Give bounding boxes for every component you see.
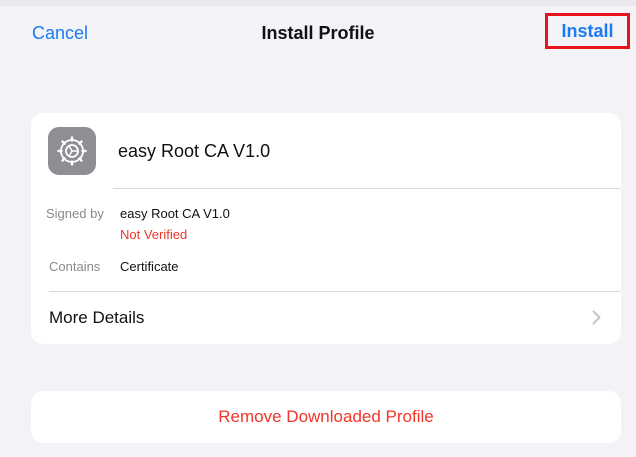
remove-profile-label: Remove Downloaded Profile — [218, 407, 434, 426]
more-details-label: More Details — [49, 308, 145, 327]
signed-by-value: easy Root CA V1.0 — [120, 206, 230, 221]
contains-label: Contains — [49, 259, 101, 274]
install-button-label: Install — [561, 20, 614, 41]
chevron-right-icon — [592, 310, 601, 325]
contains-value: Certificate — [120, 259, 179, 274]
remove-downloaded-profile-button[interactable]: Remove Downloaded Profile — [31, 391, 621, 443]
install-button[interactable]: Install — [545, 13, 630, 49]
verification-status: Not Verified — [120, 227, 188, 242]
signed-by-label: Signed by — [46, 206, 104, 221]
settings-gear-icon — [48, 127, 96, 175]
profile-card: easy Root CA V1.0 Signed by easy Root CA… — [31, 113, 621, 344]
profile-name: easy Root CA V1.0 — [118, 141, 271, 161]
divider — [113, 188, 621, 189]
page-title: Install Profile — [261, 23, 375, 43]
navigation-bar: Cancel Install Profile Install — [0, 0, 636, 70]
more-details-row[interactable]: More Details — [31, 291, 621, 344]
